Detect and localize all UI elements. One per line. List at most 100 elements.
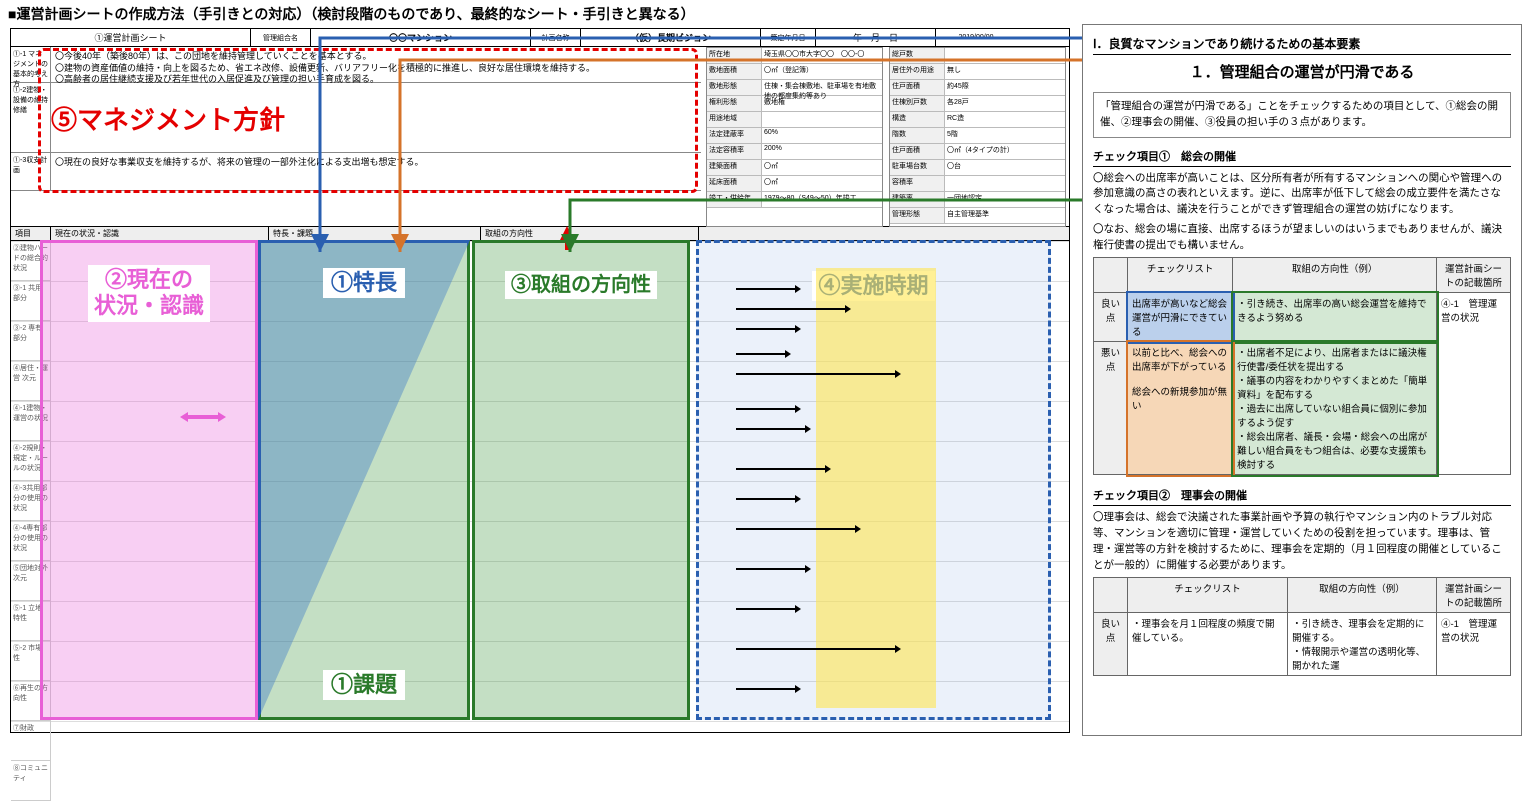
date-value: 年 月 日 xyxy=(816,29,936,46)
spec-tables: 所在地埼玉県〇〇市大字〇〇 〇〇-〇敷地面積〇㎡（登記簿）敷地形態住棟・集会棟敷… xyxy=(706,47,1066,227)
overlay-1-feature-issue: ①特長 ①課題 xyxy=(258,240,470,720)
tbl2-good-label: 良い点 xyxy=(1094,613,1128,676)
column-header-strip: 項目 現在の状況・認識 特長・課題 取組の方向性 xyxy=(11,227,1069,241)
col-h-4: 取組の方向性 xyxy=(481,227,699,240)
tbl1-bad-label: 悪い点 xyxy=(1094,342,1128,475)
plan-name: （仮）長期ビジョン xyxy=(581,29,761,46)
spec-key: 住戸面積 xyxy=(890,144,945,159)
spec-key: 住戸面積 xyxy=(890,80,945,95)
tbl2-h-loc: 運営計画シートの記載箇所 xyxy=(1437,578,1511,613)
guide-panel: Ⅰ．良質なマンションであり続けるための基本要素 １．管理組合の運営が円滑である … xyxy=(1082,24,1522,736)
tbl1-h-check: チェックリスト xyxy=(1128,258,1233,293)
spec-key: 建築率 xyxy=(890,192,945,207)
tbl1-good-check: 出席率が高いなど総会運営が円滑にできている xyxy=(1128,293,1233,342)
red-up-arrow-icon xyxy=(560,226,574,240)
guide-table-1: チェックリスト 取組の方向性（例） 運営計画シートの記載箇所 良い点 出席率が高… xyxy=(1093,257,1511,475)
spec-val: 5階 xyxy=(945,128,1065,143)
spec-key: 敷地面積 xyxy=(707,64,762,79)
guide-intro: 「管理組合の運営が円滑である」ことをチェックするための項目として、①総会の開催、… xyxy=(1093,92,1511,138)
spec-val: 〇㎡（4タイプの計） xyxy=(945,144,1065,159)
spec-val xyxy=(945,176,1065,191)
col-h-2: 現在の状況・認識 xyxy=(51,227,269,240)
spec-val: 〇㎡（登記簿） xyxy=(762,64,882,79)
sheet-label: ①運営計画シート xyxy=(11,29,251,46)
spec-key: 所在地 xyxy=(707,48,762,63)
spec-key: 用途地域 xyxy=(707,112,762,127)
tbl2-good-dir: ・引き続き、理事会を定期的に開催する。 ・情報開示や運営の透明化等、開かれた運 xyxy=(1288,613,1437,676)
spec-val: 自主管理基準 xyxy=(945,208,1065,223)
overlay-1b-label: ①課題 xyxy=(323,670,405,700)
guide-check2-title: チェック項目② 理事会の開催 xyxy=(1093,485,1511,506)
spec-right: 総戸数居住外の用途無し住戸面積約45際住棟別戸数各28戸構造RC造階数5階住戸面… xyxy=(889,47,1066,227)
spec-key: 管理形態 xyxy=(890,208,945,223)
spec-key: 法定容積率 xyxy=(707,144,762,159)
revision: 2019/00/00 xyxy=(936,29,1016,46)
page-title: ■運営計画シートの作成方法（手引きとの対応）（検討段階のものであり、最終的なシー… xyxy=(8,4,695,24)
spec-val: 各28戸 xyxy=(945,96,1065,111)
tbl2-good-check: ・理事会を月１回程度の頻度で開催している。 xyxy=(1128,613,1288,676)
row-label: ⑦財政 xyxy=(11,721,51,761)
spec-val: 埼玉県〇〇市大字〇〇 〇〇-〇 xyxy=(762,48,882,63)
spec-key: 権利形態 xyxy=(707,96,762,111)
mgmt-org-name: 〇〇マンション xyxy=(311,29,531,46)
tbl1-loc: ④-1 管理運営の状況 xyxy=(1437,293,1511,475)
col-h-1: 項目 xyxy=(11,227,51,240)
tbl1-h-dir: 取組の方向性（例） xyxy=(1233,258,1437,293)
sheet-header: ①運営計画シート 管理組合名 〇〇マンション 計画名称 （仮）長期ビジョン 策定… xyxy=(11,29,1069,47)
spec-key: 容積率 xyxy=(890,176,945,191)
spec-val: 〇㎡ xyxy=(762,176,882,191)
guide-heading-small: Ⅰ．良質なマンションであり続けるための基本要素 xyxy=(1093,35,1511,55)
spec-key: 階数 xyxy=(890,128,945,143)
tbl1-good-dir: ・引き続き、出席率の高い総会運営を維持できるよう努める xyxy=(1233,293,1437,342)
overlay-3-label: ③取組の方向性 xyxy=(505,271,657,299)
overlay-5-management-policy: ⑤マネジメント方針 xyxy=(38,48,698,193)
overlay-2-label: ②現在の 状況・認識 xyxy=(88,265,210,322)
tbl2-h-dir: 取組の方向性（例） xyxy=(1288,578,1437,613)
spec-left: 所在地埼玉県〇〇市大字〇〇 〇〇-〇敷地面積〇㎡（登記簿）敷地形態住棟・集会棟敷… xyxy=(706,47,883,227)
spec-key: 敷地形態 xyxy=(707,80,762,95)
spec-val: 敷地権 xyxy=(762,96,882,111)
tbl2-loc: ④-1 管理運営の状況 xyxy=(1437,613,1511,676)
tbl1-good-label: 良い点 xyxy=(1094,293,1128,342)
spec-val: RC造 xyxy=(945,112,1065,127)
spec-key: 延床面積 xyxy=(707,176,762,191)
guide-table-2: チェックリスト 取組の方向性（例） 運営計画シートの記載箇所 良い点 ・理事会を… xyxy=(1093,577,1511,676)
col-h-5 xyxy=(699,227,1069,240)
spec-val: 一団地認定 xyxy=(945,192,1065,207)
date-label: 策定年月日 xyxy=(761,29,816,46)
guide-check1-p2: 〇なお、総会の場に直接、出席するほうが望ましいのはいうまでもありませんが、議決権… xyxy=(1093,222,1511,254)
spec-key: 居住外の用途 xyxy=(890,64,945,79)
spec-key: 建築面積 xyxy=(707,160,762,175)
guide-check1-p1: 〇総会への出席率が高いことは、区分所有者が所有するマンションへの関心や管理への参… xyxy=(1093,171,1511,218)
plan-name-label: 計画名称 xyxy=(531,29,581,46)
overlay-1a-label: ①特長 xyxy=(323,268,405,298)
guide-check2-p: 〇理事会は、総会で決議された事業計画や予算の執行やマンション内のトラブル対応等、… xyxy=(1093,510,1511,573)
spec-key: 駐車場台数 xyxy=(890,160,945,175)
overlay-4-timing: ④実施時期 xyxy=(696,240,1051,720)
col-h-3: 特長・課題 xyxy=(269,227,481,240)
spec-val xyxy=(762,112,882,127)
spec-val: 無し xyxy=(945,64,1065,79)
tbl1-h-loc: 運営計画シートの記載箇所 xyxy=(1437,258,1511,293)
tbl1-bad-check: 以前と比べ、総会への出席率が下がっている 総会への新規参加が無い xyxy=(1128,342,1233,475)
spec-val: 60% xyxy=(762,128,882,143)
spec-val: 〇台 xyxy=(945,160,1065,175)
mgmt-org-label: 管理組合名 xyxy=(251,29,311,46)
tbl2-h-check: チェックリスト xyxy=(1128,578,1288,613)
spec-key: 竣工・供給年 xyxy=(707,192,762,207)
spec-val: 200% xyxy=(762,144,882,159)
spec-val: 住棟・集会棟敷地、駐車場を有地敷地の都度集約等あり xyxy=(762,80,882,95)
spec-key: 構造 xyxy=(890,112,945,127)
spec-val: 1979～80（S49～50）年竣工 xyxy=(762,192,882,207)
spec-key: 住棟別戸数 xyxy=(890,96,945,111)
spec-val xyxy=(945,48,1065,63)
overlay-2-current-status: ②現在の 状況・認識 xyxy=(40,240,258,720)
pink-double-arrow-icon xyxy=(180,412,226,422)
row-label: ⑧コミュニティ xyxy=(11,761,51,801)
guide-check1-title: チェック項目① 総会の開催 xyxy=(1093,146,1511,167)
spec-val: 〇㎡ xyxy=(762,160,882,175)
overlay-5-label: ⑤マネジメント方針 xyxy=(51,105,285,136)
overlay-4-label: ④実施時期 xyxy=(812,271,934,301)
guide-heading-main: １．管理組合の運営が円滑である xyxy=(1093,61,1511,82)
spec-key: 総戸数 xyxy=(890,48,945,63)
